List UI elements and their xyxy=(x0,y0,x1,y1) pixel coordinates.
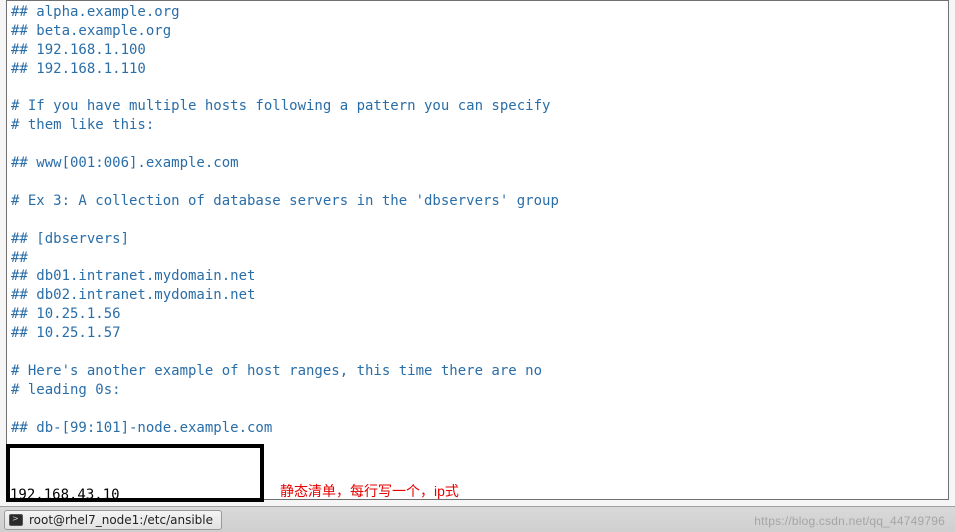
editor-content[interactable]: ## alpha.example.org ## beta.example.org… xyxy=(7,1,948,439)
terminal-window[interactable]: ## alpha.example.org ## beta.example.org… xyxy=(6,0,949,500)
annotation-text: 静态清单，每行写一个，ip式 xyxy=(280,481,459,501)
taskbar[interactable]: root@rhel7_node1:/etc/ansible xyxy=(0,506,955,532)
terminal-icon xyxy=(9,514,23,526)
taskbar-terminal-button[interactable]: root@rhel7_node1:/etc/ansible xyxy=(4,510,222,530)
host-line-1: 192.168.43.10 xyxy=(10,486,162,505)
taskbar-button-label: root@rhel7_node1:/etc/ansible xyxy=(29,513,213,527)
